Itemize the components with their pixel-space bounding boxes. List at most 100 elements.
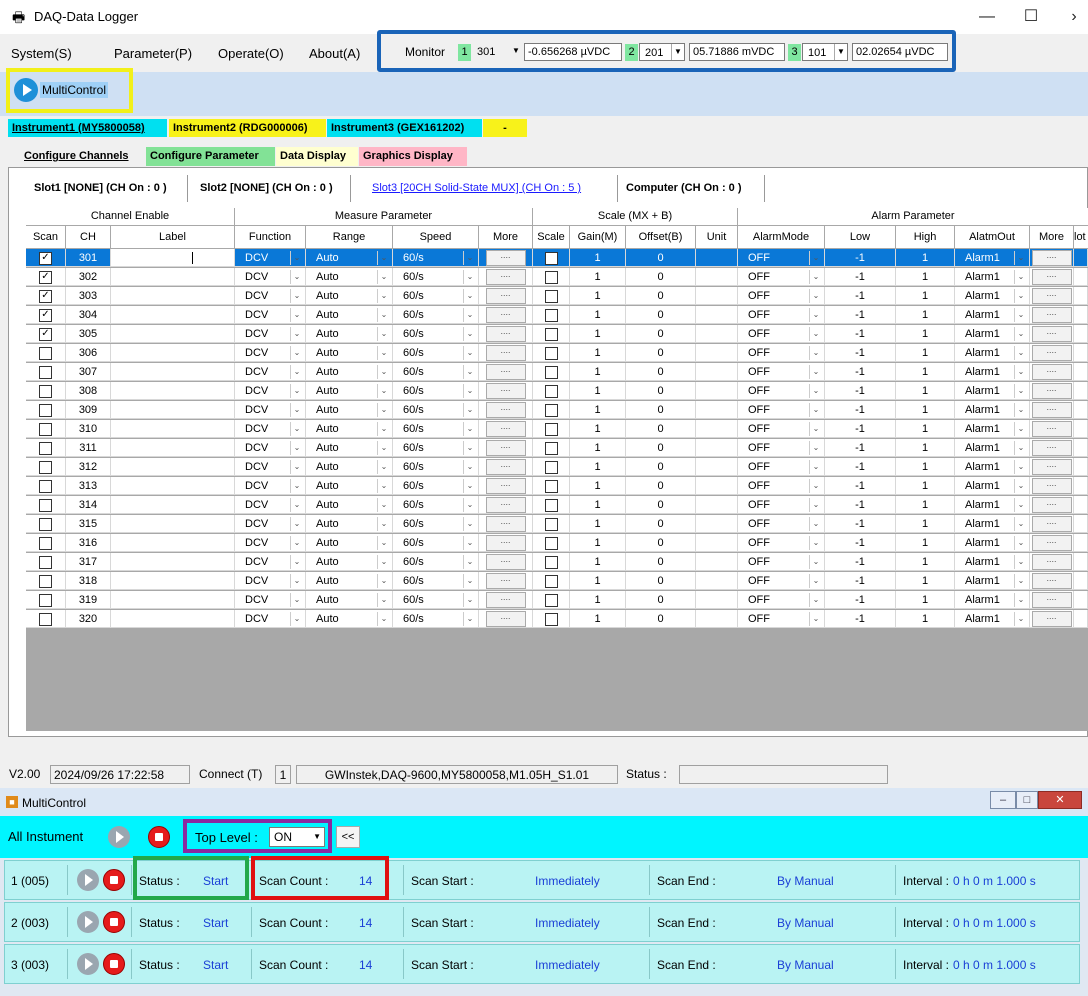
ch-cell[interactable]: 314 — [66, 496, 111, 514]
high-cell[interactable]: 1 — [896, 553, 955, 571]
range-select[interactable]: Auto ⌄ — [306, 553, 393, 571]
offset-cell[interactable]: 0 — [626, 287, 696, 305]
alarm-mode-select[interactable]: OFF ⌄ — [738, 572, 825, 590]
table-row[interactable]: 314 DCV ⌄ Auto ⌄ 60/s ⌄.... 1 0 OFF ⌄ -1 1 Alarm1 ⌄...… — [26, 496, 1088, 515]
table-row[interactable]: ✓ 301 DCV ⌄ Auto ⌄ 60/s ⌄.... 1 0 OFF ⌄ -1 1 Alarm1 ⌄..… — [26, 249, 1088, 268]
more-button[interactable]: .... — [479, 534, 533, 552]
range-select[interactable]: Auto ⌄ — [306, 268, 393, 286]
function-select[interactable]: DCV ⌄ — [235, 610, 306, 628]
chevron-down-icon[interactable]: ⌄ — [290, 365, 303, 379]
chevron-down-icon[interactable]: ⌄ — [809, 498, 822, 512]
offset-cell[interactable]: 0 — [626, 306, 696, 324]
scan-checkbox[interactable]: ✓ — [39, 308, 52, 322]
chevron-down-icon[interactable]: ⌄ — [463, 289, 476, 303]
low-cell[interactable]: -1 — [825, 439, 896, 457]
grid-cell[interactable] — [533, 496, 570, 514]
scan-checkbox[interactable] — [39, 460, 52, 474]
high-cell[interactable]: 1 — [896, 401, 955, 419]
more-button[interactable]: .... — [479, 344, 533, 362]
chevron-down-icon[interactable]: ⌄ — [1014, 593, 1027, 607]
scale-checkbox[interactable] — [544, 555, 558, 569]
label-cell[interactable] — [111, 306, 235, 324]
more-button[interactable]: .... — [479, 458, 533, 476]
speed-select[interactable]: 60/s ⌄ — [393, 382, 479, 400]
offset-cell[interactable]: 0 — [626, 515, 696, 533]
chevron-down-icon[interactable]: ⌄ — [377, 517, 390, 531]
offset-cell[interactable]: 0 — [626, 553, 696, 571]
label-cell[interactable] — [111, 515, 235, 533]
mc-close-icon[interactable]: ✕ — [1038, 791, 1082, 809]
label-cell[interactable] — [111, 268, 235, 286]
lot-cell[interactable] — [1074, 344, 1088, 362]
high-cell[interactable]: 1 — [896, 382, 955, 400]
low-cell[interactable]: -1 — [825, 515, 896, 533]
alarm-out-select[interactable]: Alarm1 ⌄ — [955, 306, 1030, 324]
chevron-down-icon[interactable]: ⌄ — [377, 536, 390, 550]
tab-graphics-display[interactable]: Graphics Display — [359, 147, 467, 166]
high-cell[interactable]: 1 — [896, 325, 955, 343]
low-cell[interactable]: -1 — [825, 496, 896, 514]
menu-parameter[interactable]: Parameter(P) — [114, 46, 192, 61]
chevron-down-icon[interactable]: ⌄ — [1014, 536, 1027, 550]
table-row[interactable]: ✓ 305 DCV ⌄ Auto ⌄ 60/s ⌄.... 1 0 OFF ⌄ -1 1 Alarm1 ⌄..… — [26, 325, 1088, 344]
offset-cell[interactable]: 0 — [626, 496, 696, 514]
chevron-down-icon[interactable]: ⌄ — [290, 517, 303, 531]
offset-cell[interactable]: 0 — [626, 610, 696, 628]
alarm-mode-select[interactable]: OFF ⌄ — [738, 306, 825, 324]
chevron-down-icon[interactable]: ⌄ — [377, 384, 390, 398]
ellipsis-button[interactable]: .... — [1031, 478, 1072, 495]
scan-checkbox[interactable] — [39, 365, 52, 379]
alarm-out-select[interactable]: Alarm1 ⌄ — [955, 515, 1030, 533]
more-button[interactable]: .... — [479, 382, 533, 400]
alarm-mode-select[interactable]: OFF ⌄ — [738, 382, 825, 400]
label-cell[interactable] — [111, 477, 235, 495]
alarm-out-select[interactable]: Alarm1 ⌄ — [955, 591, 1030, 609]
ellipsis-button[interactable]: .... — [1031, 554, 1072, 571]
ellipsis-button[interactable]: .... — [485, 459, 526, 476]
ch-cell[interactable]: 317 — [66, 553, 111, 571]
high-cell[interactable]: 1 — [896, 610, 955, 628]
monitor-channel-select-2[interactable]: 201 ▼ — [639, 43, 685, 61]
chevron-down-icon[interactable]: ⌄ — [290, 289, 303, 303]
scale-checkbox[interactable] — [544, 593, 558, 607]
low-cell[interactable]: -1 — [825, 306, 896, 324]
tab-instrument1[interactable]: Instrument1 (MY5800058) — [8, 119, 167, 137]
gain-cell[interactable]: 1 — [570, 439, 626, 457]
ch-cell[interactable]: 312 — [66, 458, 111, 476]
ellipsis-button[interactable]: .... — [485, 440, 526, 457]
table-row[interactable]: 317 DCV ⌄ Auto ⌄ 60/s ⌄.... 1 0 OFF ⌄ -1 1 Alarm1 ⌄...… — [26, 553, 1088, 572]
ch-cell[interactable]: 313 — [66, 477, 111, 495]
more-button[interactable]: .... — [479, 591, 533, 609]
gain-cell[interactable]: 1 — [570, 382, 626, 400]
alarm-out-select[interactable]: Alarm1 ⌄ — [955, 287, 1030, 305]
ch-cell[interactable]: 305 — [66, 325, 111, 343]
chevron-down-icon[interactable]: ⌄ — [809, 574, 822, 588]
ch-cell[interactable]: 315 — [66, 515, 111, 533]
chevron-down-icon[interactable]: ⌄ — [1014, 422, 1027, 436]
unit-cell[interactable] — [696, 287, 738, 305]
alarm-out-select[interactable]: Alarm1 ⌄ — [955, 363, 1030, 381]
chevron-down-icon[interactable]: ⌄ — [290, 460, 303, 474]
play-icon[interactable] — [77, 953, 99, 975]
grid-cell[interactable]: ✓ — [26, 249, 66, 267]
gain-cell[interactable]: 1 — [570, 477, 626, 495]
chevron-down-icon[interactable]: ⌄ — [290, 308, 303, 322]
play-icon[interactable] — [77, 869, 99, 891]
chevron-down-icon[interactable]: ⌄ — [809, 593, 822, 607]
alarm-mode-select[interactable]: OFF ⌄ — [738, 591, 825, 609]
chevron-down-icon[interactable]: ⌄ — [290, 441, 303, 455]
alarm-out-select[interactable]: Alarm1 ⌄ — [955, 401, 1030, 419]
lot-cell[interactable] — [1074, 477, 1088, 495]
maximize-icon[interactable]: ☐ — [1016, 6, 1046, 28]
lot-cell[interactable] — [1074, 420, 1088, 438]
range-select[interactable]: Auto ⌄ — [306, 420, 393, 438]
speed-select[interactable]: 60/s ⌄ — [393, 439, 479, 457]
chevron-down-icon[interactable]: ⌄ — [463, 365, 476, 379]
grid-cell[interactable] — [533, 344, 570, 362]
scan-checkbox[interactable]: ✓ — [39, 327, 52, 341]
chevron-down-icon[interactable]: ⌄ — [463, 536, 476, 550]
chevron-down-icon[interactable]: ⌄ — [377, 479, 390, 493]
gain-cell[interactable]: 1 — [570, 458, 626, 476]
menu-system[interactable]: System(S) — [11, 46, 72, 61]
chevron-down-icon[interactable]: ⌄ — [463, 479, 476, 493]
